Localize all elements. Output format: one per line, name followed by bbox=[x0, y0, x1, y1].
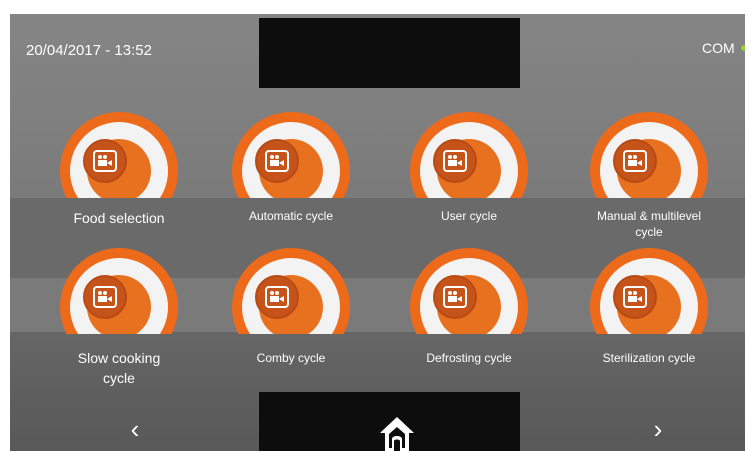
video-camera-icon bbox=[255, 139, 299, 183]
tile-label: Manual & multilevel cycle bbox=[596, 209, 702, 239]
tile-label: Defrosting cycle bbox=[426, 351, 512, 365]
video-camera-icon bbox=[613, 275, 657, 319]
video-camera-icon bbox=[255, 275, 299, 319]
previous-page-button[interactable]: ‹ bbox=[120, 414, 150, 444]
com-status: COM bbox=[702, 40, 735, 56]
datetime: 20/04/2017 - 13:52 bbox=[26, 42, 152, 59]
tile-label: Comby cycle bbox=[256, 351, 326, 365]
tile-label: Sterilization cycle bbox=[602, 351, 696, 365]
tile-label: Food selection bbox=[73, 210, 165, 226]
video-camera-icon bbox=[83, 139, 127, 183]
com-indicator-dot bbox=[741, 45, 745, 51]
next-page-button[interactable]: › bbox=[643, 414, 673, 444]
video-camera-icon bbox=[613, 139, 657, 183]
video-camera-icon bbox=[83, 275, 127, 319]
top-blank-panel bbox=[259, 18, 520, 88]
oven-display: 20/04/2017 - 13:52 COM Food selection Au… bbox=[10, 14, 745, 451]
video-camera-icon bbox=[433, 139, 477, 183]
tile-label: Slow cooking cycle bbox=[77, 350, 161, 386]
tile-label: Automatic cycle bbox=[248, 209, 334, 223]
home-icon[interactable] bbox=[377, 415, 417, 451]
video-camera-icon bbox=[433, 275, 477, 319]
tile-label: User cycle bbox=[440, 209, 497, 223]
